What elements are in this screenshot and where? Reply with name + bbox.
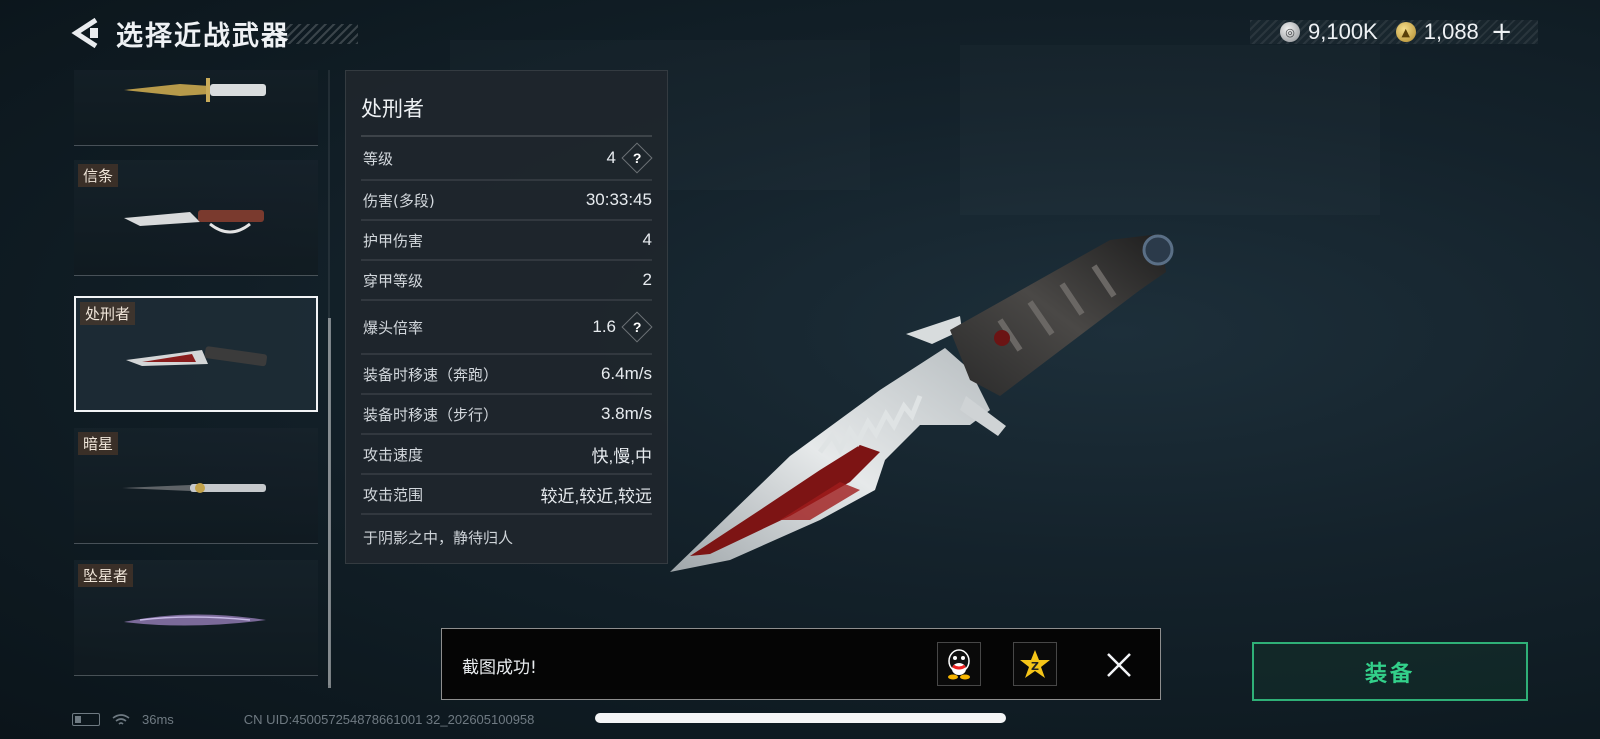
help-icon[interactable]: ? [621,142,653,174]
background-panel [960,45,1380,215]
stat-row: 爆头倍率 1.6 ? [361,301,653,355]
status-footer: 36ms CN UID:450057254878661001 32_202605… [72,712,534,727]
qq-icon [948,649,970,680]
stat-value-wrap: 1.6 ? [592,311,653,343]
stat-value: 2 [642,270,652,289]
weapon-card-selected[interactable]: 处刑者 [74,296,318,412]
weapon-stats-panel: 处刑者 等级 4 ? 伤害(多段) 30:33:45 护甲伤害 4 穿甲等级 2… [345,70,668,564]
stat-value-wrap: 4 ? [606,142,653,174]
stat-value: 30:33:45 [585,190,652,209]
qzone-icon: Z [1020,650,1050,678]
gold-knife-icon [124,78,266,102]
battery-icon [72,713,100,726]
weapon-card[interactable]: 暗星 [74,428,318,544]
weapon-name: 处刑者 [361,97,424,121]
help-icon[interactable]: ? [621,311,653,343]
back-arrow-icon[interactable] [70,16,100,50]
weapon-card-top[interactable] [74,70,318,146]
equip-button-label: 装备 [1364,661,1415,687]
stat-row: 等级 4 ? [361,137,653,181]
weapon-flavor-text: 于阴影之中，静待归人 [363,529,514,547]
stat-name: 装备时移速（奔跑） [363,365,499,384]
knife-icon [122,483,266,493]
screenshot-toast: 截图成功! Z [441,628,1161,700]
share-qzone-button[interactable]: Z [1013,642,1057,686]
stat-value: 4 [642,230,652,249]
knife-preview-image[interactable] [670,220,1190,580]
stat-row: 伤害(多段) 30:33:45 [361,181,652,221]
page-title: 选择近战武器 [116,21,290,52]
stat-name: 爆头倍率 [363,318,424,337]
wifi-icon [112,713,130,725]
gold-coin-icon: ▲ [1395,22,1416,42]
stat-row: 攻击速度 快,慢,中 [361,435,652,475]
stat-value: 1.6 [592,317,616,336]
gold-currency-value: 1,088 [1423,19,1479,44]
stat-value: 快,慢,中 [591,446,652,466]
weapon-card-label: 暗星 [78,432,119,455]
knife-icon [126,346,268,367]
stat-name: 伤害(多段) [363,191,435,210]
weapon-card-label: 信条 [78,164,119,187]
currency-bar: ◎ 9,100K ▲ 1,088 + [1250,19,1538,45]
stat-value: 4 [606,148,616,167]
knife-icon [124,210,264,234]
silver-currency-value: 9,100K [1308,19,1378,44]
close-icon[interactable] [1105,651,1133,679]
stat-value: 3.8m/s [600,404,652,423]
stat-row: 装备时移速（步行） 3.8m/s [361,395,652,435]
weapon-card-label: 处刑者 [80,302,136,325]
weapon-list[interactable]: 信条 处刑者 暗星 坠星者 [74,70,324,685]
stat-name: 护甲伤害 [363,231,424,250]
stat-name: 攻击范围 [363,485,424,504]
stat-name: 装备时移速（步行） [363,405,499,424]
add-currency-button[interactable]: + [1491,19,1513,45]
weapon-card[interactable]: 坠星者 [74,560,318,676]
help-label: ? [632,150,642,166]
weapon-card[interactable]: 信条 [74,160,318,276]
home-indicator[interactable] [595,713,1006,723]
title-decoration [282,24,358,44]
knife-icon [124,614,266,626]
stat-name: 穿甲等级 [363,271,424,290]
silver-coin-icon: ◎ [1280,22,1300,42]
stat-name: 攻击速度 [363,445,424,464]
stat-row: 攻击范围 较近,较近,较远 [361,475,652,515]
toast-message: 截图成功! [462,658,537,678]
stat-row: 护甲伤害 4 [361,221,652,261]
stat-value: 6.4m/s [600,364,652,383]
stat-row: 穿甲等级 2 [361,261,652,301]
share-qq-button[interactable] [937,642,981,686]
stat-value: 较近,较近,较远 [540,486,652,506]
uid-text: CN UID:450057254878661001 32_20260510095… [243,712,535,727]
stat-row: 装备时移速（奔跑） 6.4m/s [361,355,652,395]
ping-value: 36ms [142,712,174,727]
equip-button[interactable]: 装备 [1252,642,1528,701]
weapon-card-label: 坠星者 [78,564,134,587]
help-label: ? [632,319,642,335]
svg-text:Z: Z [1031,660,1039,673]
weapon-list-scrollbar[interactable] [328,318,331,688]
stat-name: 等级 [363,149,394,168]
